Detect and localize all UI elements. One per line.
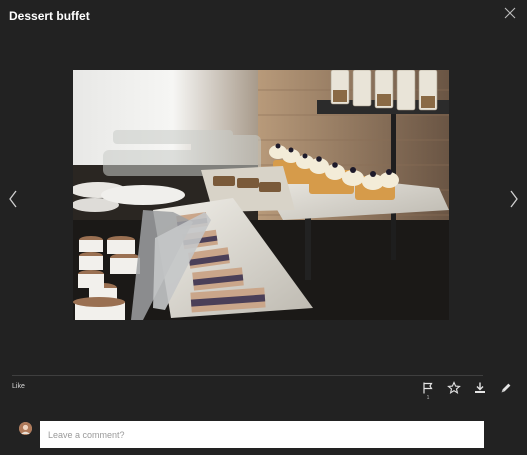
- flag-count: 1: [426, 395, 430, 401]
- close-icon[interactable]: [503, 6, 517, 20]
- pencil-icon[interactable]: [499, 381, 513, 395]
- chevron-right-icon[interactable]: [508, 189, 520, 209]
- like-button[interactable]: Like: [12, 383, 25, 390]
- dialog-title: Dessert buffet: [9, 9, 90, 23]
- main-photo[interactable]: [73, 70, 449, 320]
- flag-icon[interactable]: [421, 381, 435, 395]
- star-icon[interactable]: [447, 381, 461, 395]
- chevron-left-icon[interactable]: [7, 189, 19, 209]
- divider: [12, 375, 483, 376]
- avatar: [19, 422, 32, 435]
- comment-input[interactable]: [40, 421, 484, 448]
- download-icon[interactable]: [473, 381, 487, 395]
